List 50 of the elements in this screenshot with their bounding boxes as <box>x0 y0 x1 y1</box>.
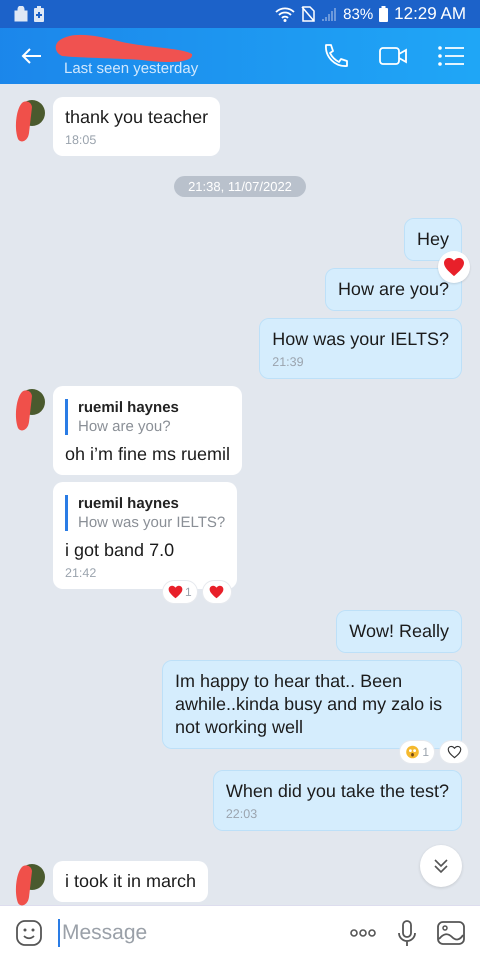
message-text: i got band 7.0 <box>65 539 176 562</box>
battery-percentage: 83% <box>343 6 374 22</box>
message-text: Wow! Really <box>349 620 449 643</box>
wifi-icon <box>275 6 296 22</box>
outgoing-message-bubble[interactable]: Wow! Really <box>336 610 462 653</box>
message-composer-bar[interactable]: Message <box>0 905 480 960</box>
heart-reaction[interactable] <box>202 581 231 603</box>
outgoing-message-bubble[interactable]: How are you? <box>324 268 462 311</box>
outgoing-message-bubble[interactable]: Im happy to hear that.. Been awhile..kinda busy and my zalo is not working well <box>162 660 462 749</box>
signal-icon <box>321 6 338 22</box>
quote-author: ruemil haynes <box>78 399 180 416</box>
image-gallery-icon[interactable] <box>436 918 466 948</box>
heart-icon <box>443 257 465 277</box>
message-text: Im happy to hear that.. Been awhile..kinda busy and my zalo is not working well <box>175 670 444 739</box>
message-text: How are you? <box>338 278 449 301</box>
message-text: Hey <box>416 228 449 251</box>
quote-author: ruemil haynes <box>78 495 180 512</box>
shopping-bag-icon <box>14 6 28 22</box>
outgoing-message-bubble[interactable]: How was your IELTS? 21:39 <box>259 318 462 379</box>
message-text: How was your IELTS? <box>272 328 449 351</box>
heart-icon <box>209 585 224 599</box>
quote-text: How was your IELTS? <box>78 514 226 531</box>
scroll-down-button[interactable] <box>420 845 462 887</box>
incoming-message-bubble[interactable]: i took it in march <box>53 861 208 902</box>
last-seen-status: Last seen yesterday <box>64 60 200 76</box>
outgoing-message-bubble[interactable]: Hey <box>404 218 462 261</box>
incoming-message-bubble[interactable]: thank you teacher 18:05 <box>53 97 220 156</box>
message-text: thank you teacher <box>65 106 208 129</box>
message-time: 21:42 <box>65 566 98 580</box>
emoji-icon[interactable] <box>14 918 44 948</box>
message-time: 21:39 <box>272 355 305 369</box>
incoming-message-bubble[interactable]: ruemil haynes How are you? oh i’m fine ms ruemil <box>53 386 242 475</box>
clock-time: 12:29 AM <box>394 4 466 24</box>
message-time: 22:03 <box>226 807 258 821</box>
battery-plus-icon <box>34 6 44 22</box>
quote-text: How are you? <box>78 418 172 435</box>
incoming-message-bubble[interactable]: ruemil haynes How was your IELTS? i got band 7.0 21:42 <box>53 482 238 589</box>
message-time: 18:05 <box>65 133 98 147</box>
react-button[interactable] <box>440 741 468 763</box>
message-text: When did you take the test? <box>226 780 449 803</box>
no-sim-icon <box>301 6 316 22</box>
message-text: i took it in march <box>65 870 196 893</box>
battery-icon <box>379 6 388 22</box>
date-separator: 21:38, 11/07/2022 <box>174 176 306 197</box>
heart-outline-icon <box>446 745 462 759</box>
heart-reaction[interactable] <box>438 251 470 283</box>
heart-icon <box>168 585 183 599</box>
emoji-face-icon <box>405 745 420 759</box>
message-text: oh i’m fine ms ruemil <box>65 443 230 466</box>
outgoing-message-bubble[interactable]: When did you take the test? 22:03 <box>212 770 462 831</box>
